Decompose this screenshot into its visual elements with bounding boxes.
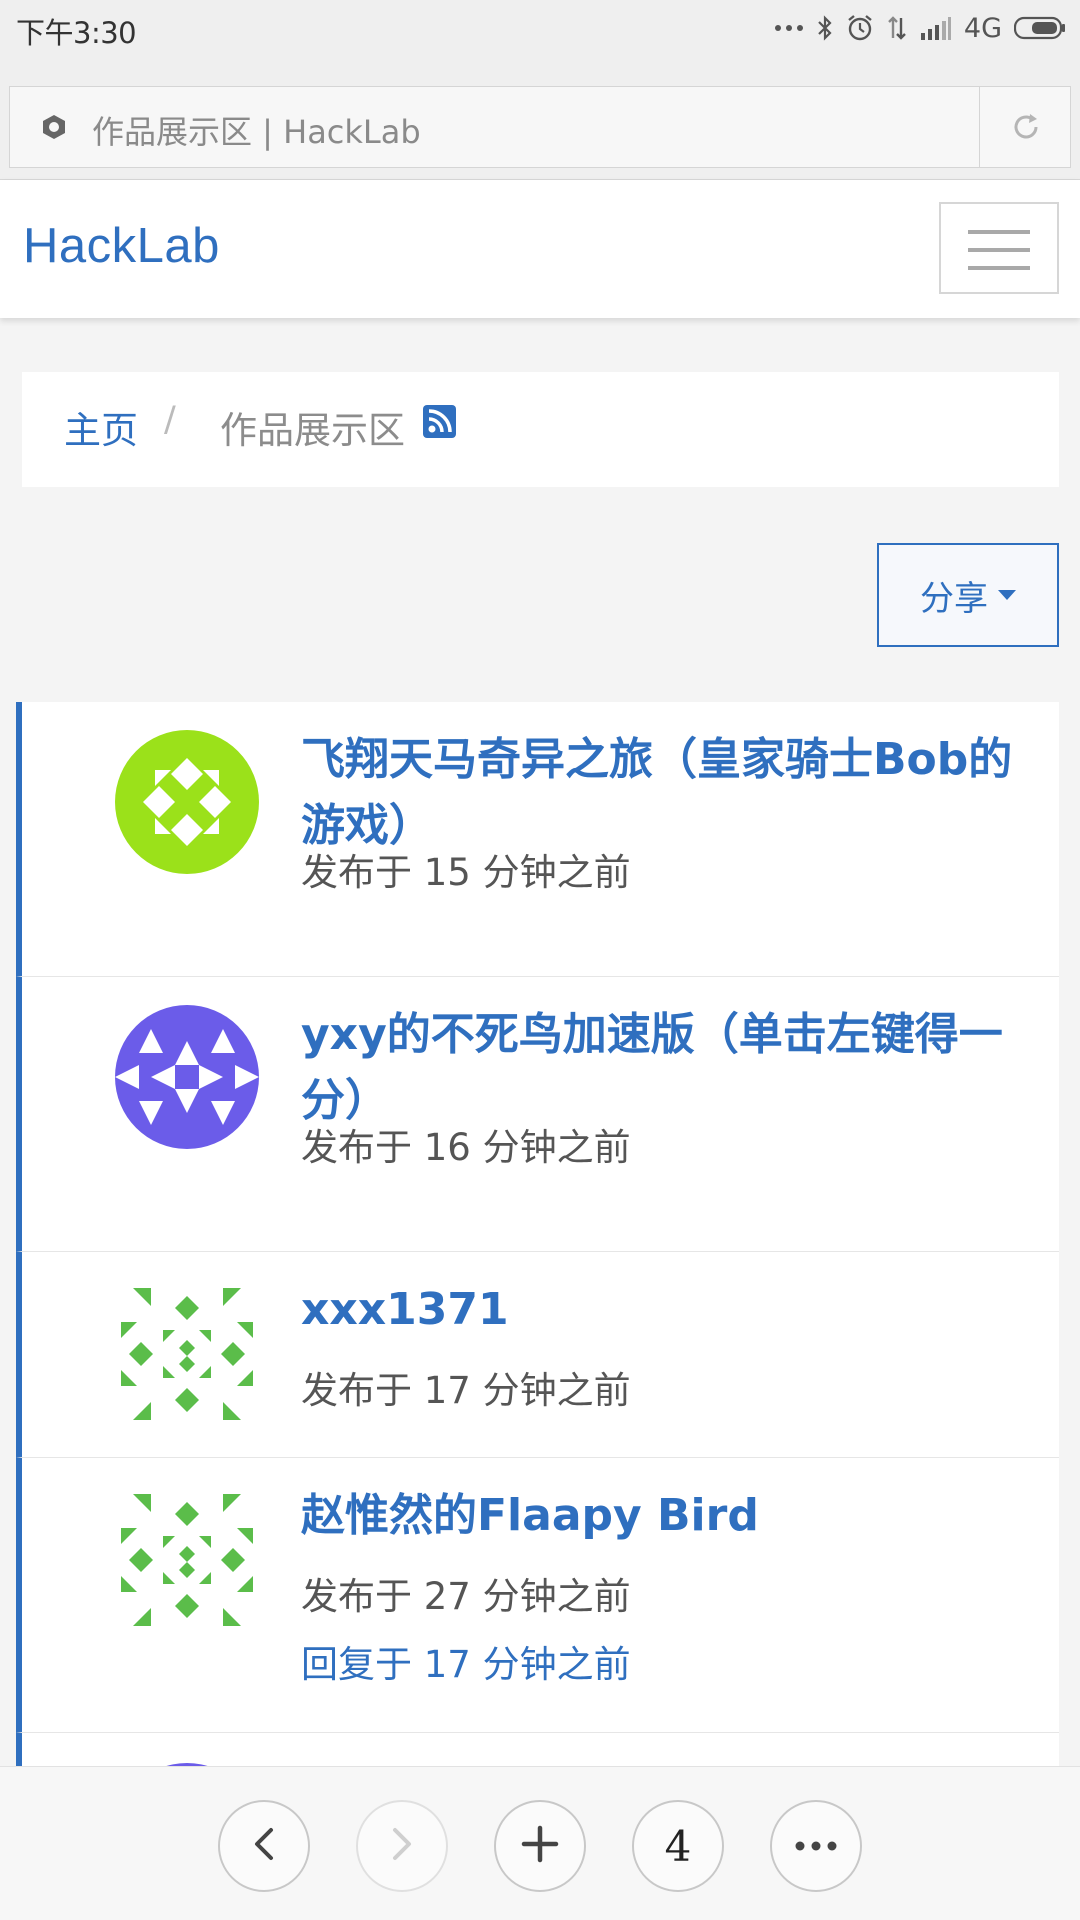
- back-icon: [249, 1826, 279, 1866]
- user-avatar-icon[interactable]: [115, 1488, 259, 1632]
- status-bar: 下午3:30 4G: [0, 0, 1080, 58]
- topic-item[interactable]: [16, 1733, 1059, 1766]
- back-button[interactable]: [218, 1800, 310, 1892]
- new-tab-icon: [520, 1824, 560, 1868]
- topic-posted-time: 发布于 15 分钟之前: [301, 851, 631, 894]
- breadcrumb-separator: /: [164, 400, 176, 440]
- site-navbar: HackLab: [0, 180, 1080, 318]
- share-dropdown-button[interactable]: 分享: [877, 543, 1059, 647]
- breadcrumb-current: 作品展示区: [220, 409, 405, 452]
- topic-reply-time-link[interactable]: 回复于 17 分钟之前: [301, 1634, 631, 1688]
- breadcrumb: 主页 / 作品展示区: [22, 372, 1059, 487]
- more-dots-icon: [774, 23, 804, 33]
- user-avatar-icon[interactable]: [115, 1005, 259, 1149]
- more-icon: [794, 1837, 838, 1856]
- browser-bottom-toolbar: 4: [0, 1766, 1080, 1920]
- alarm-icon: [846, 14, 874, 42]
- reload-icon[interactable]: [1010, 111, 1042, 147]
- topic-item[interactable]: yxy的不死鸟加速版（单击左键得一分） 发布于 16 分钟之前: [16, 977, 1059, 1252]
- status-time: 下午3:30: [16, 16, 137, 50]
- site-brand-link[interactable]: HackLab: [23, 218, 220, 274]
- network-type: 4G: [963, 12, 1002, 44]
- breadcrumb-home-link[interactable]: 主页: [64, 400, 138, 454]
- topic-title-link[interactable]: 赵惟然的Flaapy Bird: [301, 1483, 1021, 1549]
- status-icons: 4G: [774, 8, 1066, 48]
- topic-posted-time: 发布于 16 分钟之前: [301, 1126, 631, 1169]
- hamburger-menu-button[interactable]: [939, 202, 1059, 294]
- forward-button[interactable]: [356, 1800, 448, 1892]
- bluetooth-icon: [816, 14, 834, 42]
- url-field[interactable]: 作品展示区 | HackLab: [9, 86, 1071, 168]
- user-avatar-icon[interactable]: [115, 730, 259, 874]
- rss-icon[interactable]: [423, 405, 456, 438]
- new-tab-button[interactable]: [494, 1800, 586, 1892]
- topic-item[interactable]: xxx1371 发布于 17 分钟之前: [16, 1252, 1059, 1458]
- topic-title-link[interactable]: yxy的不死鸟加速版（单击左键得一分）: [301, 1002, 1021, 1134]
- signal-icon: [920, 15, 952, 41]
- forward-icon: [387, 1826, 417, 1866]
- site-info-icon[interactable]: [40, 113, 68, 145]
- battery-icon: [1014, 16, 1066, 40]
- tab-count: 4: [664, 1821, 692, 1871]
- topic-item[interactable]: 飞翔天马奇异之旅（皇家骑士Bob的游戏） 发布于 15 分钟之前: [16, 702, 1059, 977]
- more-menu-button[interactable]: [770, 1800, 862, 1892]
- topic-posted-time: 发布于 17 分钟之前: [301, 1369, 631, 1412]
- topic-posted-time: 发布于 27 分钟之前: [301, 1575, 631, 1618]
- topic-list: 飞翔天马奇异之旅（皇家骑士Bob的游戏） 发布于 15 分钟之前 yxy的不死鸟…: [16, 702, 1059, 1766]
- browser-address-bar: 作品展示区 | HackLab: [0, 58, 1080, 180]
- user-avatar-icon[interactable]: [115, 1282, 259, 1426]
- url-text: 作品展示区 | HackLab: [92, 113, 421, 151]
- share-label: 分享: [920, 578, 988, 619]
- tabs-button[interactable]: 4: [632, 1800, 724, 1892]
- caret-down-icon: [998, 590, 1016, 600]
- url-divider: [979, 87, 980, 167]
- topic-item[interactable]: 赵惟然的Flaapy Bird 发布于 27 分钟之前 回复于 17 分钟之前: [16, 1458, 1059, 1733]
- topic-title-link[interactable]: 飞翔天马奇异之旅（皇家骑士Bob的游戏）: [301, 727, 1021, 859]
- data-transfer-icon: [886, 14, 908, 42]
- topic-title-link[interactable]: xxx1371: [301, 1277, 1021, 1343]
